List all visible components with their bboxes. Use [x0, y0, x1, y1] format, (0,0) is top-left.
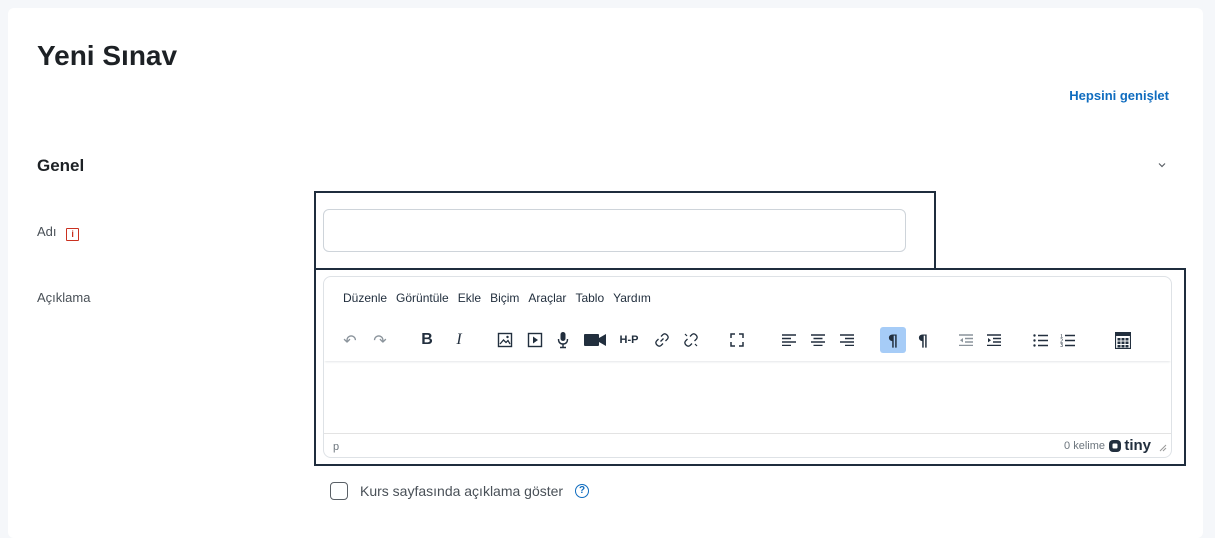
show-description-checkbox[interactable]: [330, 482, 348, 500]
link-icon[interactable]: [649, 327, 675, 353]
required-icon: i: [66, 228, 80, 241]
editor-menubar: Düzenle Görüntüle Ekle Biçim Araçlar Tab…: [343, 291, 660, 305]
redo-icon[interactable]: ↷: [367, 327, 393, 353]
image-icon[interactable]: [492, 327, 518, 353]
menu-format[interactable]: Biçim: [490, 291, 519, 305]
align-left-icon[interactable]: [776, 327, 802, 353]
description-label: Açıklama: [37, 290, 91, 305]
align-right-icon[interactable]: [834, 327, 860, 353]
svg-text:3: 3: [1060, 343, 1063, 347]
menu-table[interactable]: Tablo: [575, 291, 604, 305]
fullscreen-icon[interactable]: [724, 327, 750, 353]
tiny-logo-text: tiny: [1124, 437, 1151, 454]
menu-view[interactable]: Görüntüle: [396, 291, 449, 305]
menu-insert[interactable]: Ekle: [458, 291, 481, 305]
help-icon[interactable]: ?: [575, 484, 590, 498]
chevron-down-icon[interactable]: [1155, 158, 1169, 172]
undo-icon[interactable]: ↶: [337, 327, 363, 353]
ltr-direction-icon[interactable]: ¶: [880, 327, 906, 353]
video-camera-icon[interactable]: [580, 327, 610, 353]
unlink-icon[interactable]: [678, 327, 704, 353]
bullet-list-icon[interactable]: [1027, 327, 1053, 353]
tiny-logo[interactable]: tiny: [1108, 437, 1151, 454]
calculator-icon[interactable]: [1110, 327, 1136, 353]
name-input[interactable]: [323, 209, 906, 252]
word-count[interactable]: 0 kelime: [1064, 440, 1105, 452]
menu-tools[interactable]: Araçlar: [528, 291, 566, 305]
editor-statusbar: p 0 kelime tiny: [324, 433, 1171, 457]
page-title: Yeni Sınav: [37, 40, 178, 71]
align-center-icon[interactable]: [805, 327, 831, 353]
h5p-icon[interactable]: H-P: [613, 327, 645, 353]
numbered-list-icon[interactable]: 123: [1054, 327, 1080, 353]
name-label-text: Adı: [37, 224, 57, 239]
resize-handle-icon[interactable]: [1157, 442, 1167, 452]
show-description-label: Kurs sayfasında açıklama göster: [360, 483, 564, 499]
indent-icon[interactable]: [981, 327, 1007, 353]
name-label: Adı i: [37, 224, 80, 241]
menu-help[interactable]: Yardım: [613, 291, 651, 305]
microphone-icon[interactable]: [550, 327, 576, 353]
expand-all-link[interactable]: Hepsini genişlet: [1069, 88, 1169, 103]
bold-icon[interactable]: B: [414, 327, 440, 353]
editor-content-area[interactable]: [324, 363, 1171, 433]
media-icon[interactable]: [522, 327, 548, 353]
section-title-general[interactable]: Genel: [37, 156, 84, 176]
rich-text-editor[interactable]: Düzenle Görüntüle Ekle Biçim Araçlar Tab…: [323, 276, 1172, 458]
tiny-logo-icon: [1109, 439, 1122, 452]
form-card: [8, 8, 1203, 538]
editor-toolbar: ↶ ↷ B I H-P ¶ ¶ 1 2 3: [324, 321, 1171, 361]
menu-edit[interactable]: Düzenle: [343, 291, 387, 305]
rtl-direction-icon[interactable]: ¶: [910, 327, 936, 353]
outdent-icon[interactable]: [953, 327, 979, 353]
element-path[interactable]: p: [333, 441, 339, 453]
show-description-row: Kurs sayfasında açıklama göster ?: [330, 482, 590, 500]
italic-icon[interactable]: I: [446, 327, 472, 353]
